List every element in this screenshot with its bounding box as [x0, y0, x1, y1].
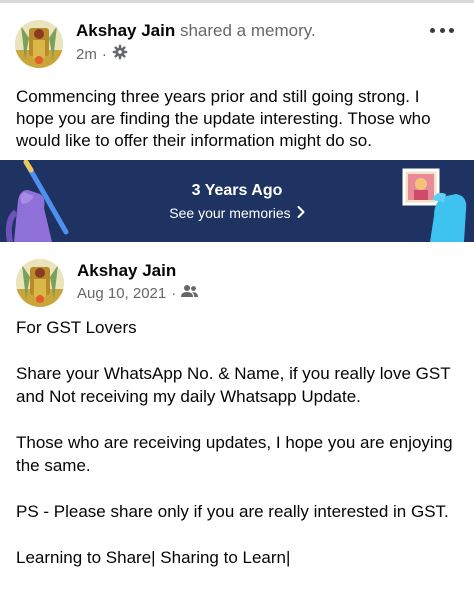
see-memories-label: See your memories: [169, 205, 291, 221]
post-meta: 2m ·: [76, 44, 128, 66]
profile-photo-icon: [16, 259, 64, 307]
shared-post-meta: Aug 10, 2021 ·: [77, 284, 199, 304]
hand-pencil-icon: [5, 160, 69, 242]
shared-paragraph: PS - Please share only if you are really…: [16, 502, 449, 521]
more-dot: [449, 27, 454, 33]
post-header-line: Akshay Jain shared a memory.: [76, 20, 316, 42]
author-name[interactable]: Akshay Jain: [76, 21, 175, 40]
avatar[interactable]: [15, 20, 63, 68]
profile-photo-icon: [15, 20, 63, 68]
meta-separator: ·: [171, 285, 177, 302]
more-dot: [430, 27, 435, 33]
hand-photo-icon: [402, 168, 467, 242]
shared-paragraph: Share your WhatsApp No. & Name, if you r…: [16, 364, 451, 406]
gear-icon: [112, 44, 128, 66]
shared-post-date[interactable]: Aug 10, 2021: [77, 284, 166, 304]
post-text: Commencing three years prior and still g…: [16, 87, 431, 150]
post-action: shared a memory.: [179, 21, 316, 40]
shared-post-text: For GST Lovers Share your WhatsApp No. &…: [16, 316, 458, 569]
meta-separator: ·: [101, 46, 107, 63]
shared-paragraph: Learning to Share| Sharing to Learn|: [16, 548, 291, 567]
shared-paragraph: Those who are receiving updates, I hope …: [16, 433, 453, 475]
friends-icon: [181, 284, 199, 304]
chevron-right-icon: [297, 204, 305, 222]
shared-post-header: Akshay Jain: [77, 260, 176, 282]
more-dot: [439, 27, 445, 33]
memories-banner[interactable]: 3 Years Ago See your memories: [0, 160, 474, 242]
shared-author-name[interactable]: Akshay Jain: [77, 261, 176, 280]
avatar[interactable]: [16, 259, 64, 307]
more-options-button[interactable]: [430, 20, 454, 40]
shared-paragraph: For GST Lovers: [16, 318, 137, 337]
post-time[interactable]: 2m: [76, 45, 97, 65]
top-divider: [0, 0, 474, 3]
